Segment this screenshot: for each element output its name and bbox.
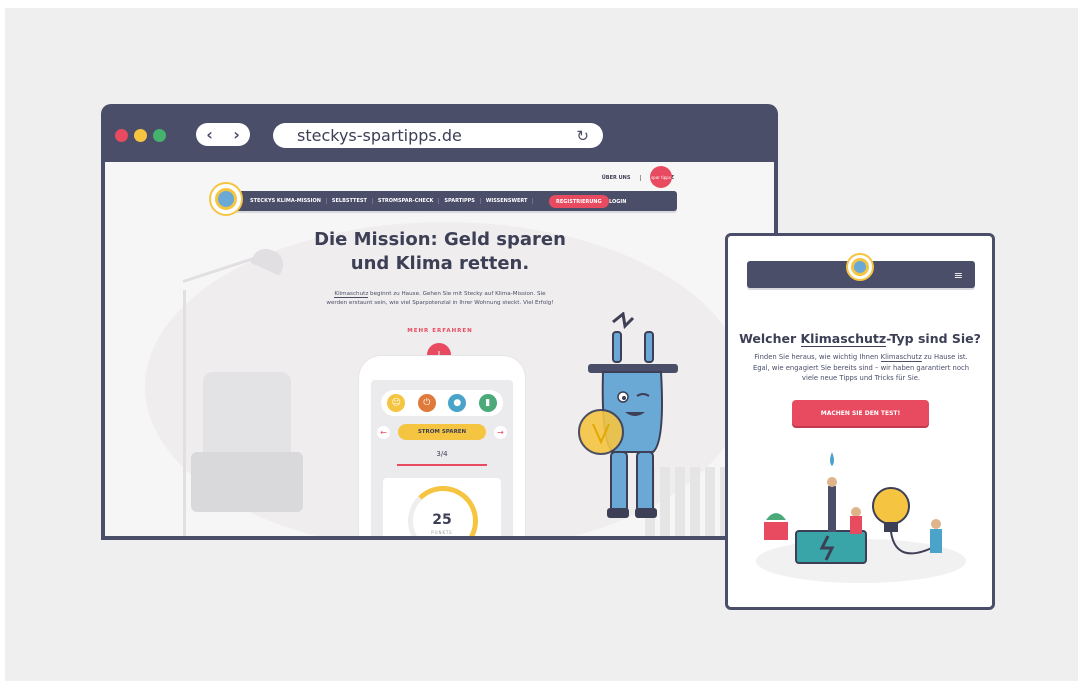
more-link[interactable]: MEHR ERFAHREN <box>395 328 485 334</box>
armchair-illustration <box>203 372 291 462</box>
mobile-stecky-logo[interactable] <box>846 253 874 281</box>
mobile-title-pre: Welcher <box>739 331 801 346</box>
thermometer-icon[interactable]: ▮ <box>478 394 497 412</box>
mobile-title: Welcher Klimaschutz-Typ sind Sie? <box>728 331 992 347</box>
mascot-face-icon <box>851 258 869 276</box>
nav-item-stromspar-check[interactable]: STROMSPAR-CHECK <box>373 198 440 204</box>
address-bar[interactable]: steckys-spartipps.de ↻ <box>273 123 603 148</box>
maximize-window-dot[interactable] <box>153 129 166 142</box>
nav-item-wissenswert[interactable]: WISSENSWERT <box>481 198 534 204</box>
category-stepper: ← STROM SPAREN → <box>377 424 507 440</box>
page-viewport: ÜBER UNS VON A-Z spar tipps STECKYS KLIM… <box>105 162 774 536</box>
nav-item-selbsttest[interactable]: SELBSTTEST <box>327 198 373 204</box>
mobile-text-pre: Finden Sie heraus, wie wichtig Ihnen <box>754 353 881 361</box>
sun-icon[interactable]: ☺ <box>387 394 406 412</box>
mobile-title-klimaschutz-link[interactable]: Klimaschutz <box>800 331 887 347</box>
about-link[interactable]: ÜBER UNS <box>602 175 631 181</box>
progress-count: 3/4 <box>436 450 448 458</box>
mobile-title-post: -Typ sind Sie? <box>886 331 981 346</box>
score-card: 25 PUNKTE <box>383 478 501 536</box>
power-icon[interactable]: ⏻ <box>417 394 436 412</box>
score-label: PUNKTE <box>431 530 453 535</box>
battery-lightbulb-illustration <box>756 452 966 583</box>
hero-title: Die Mission: Geld sparen und Klima rette… <box>305 228 575 276</box>
stecky-mascot-illustration <box>578 312 678 518</box>
nav-item-spartipps[interactable]: SPARTIPPS <box>439 198 481 204</box>
category-icons: ☺ ⏻ ● ▮ <box>381 390 503 416</box>
reload-icon[interactable]: ↻ <box>576 127 589 145</box>
mobile-text-klimaschutz-link[interactable]: Klimaschutz <box>880 353 922 362</box>
start-test-button[interactable]: MACHEN SIE DEN TEST! <box>792 400 929 426</box>
history-nav: ‹ › <box>196 123 250 146</box>
spartipps-badge[interactable]: spar tipps <box>650 166 672 188</box>
chevron-right-icon[interactable]: › <box>233 125 240 144</box>
hamburger-menu-icon[interactable]: ≡ <box>954 269 963 282</box>
hero-title-line-1: Die Mission: Geld sparen <box>314 229 566 250</box>
armchair-seat <box>191 452 303 512</box>
water-drop-icon[interactable]: ● <box>448 394 467 412</box>
mobile-description: Finden Sie heraus, wie wichtig Ihnen Kli… <box>748 352 974 384</box>
hero-description: Klimaschutz beginnt zu Hause. Gehen Sie … <box>325 290 555 307</box>
nav-item-klima-mission[interactable]: STECKYS KLIMA-MISSION <box>245 198 327 204</box>
progress-line <box>397 464 487 466</box>
main-navigation: STECKYS KLIMA-MISSION SELBSTTEST STROMSP… <box>217 191 677 211</box>
score-value: 25 <box>432 512 452 528</box>
minimize-window-dot[interactable] <box>134 129 147 142</box>
browser-chrome: ‹ › steckys-spartipps.de ↻ <box>101 104 778 162</box>
login-link[interactable]: LOGIN <box>609 195 626 208</box>
mobile-mockup: ≡ Welcher Klimaschutz-Typ sind Sie? Find… <box>725 233 995 610</box>
browser-window: ‹ › steckys-spartipps.de ↻ ÜBER UNS VON … <box>101 104 778 540</box>
hero-title-line-2: und Klima retten. <box>350 253 530 274</box>
url-text[interactable]: steckys-spartipps.de <box>297 126 576 145</box>
phone-screen: ☺ ⏻ ● ▮ ← STROM SPAREN → 3/4 25 PUNKTE <box>371 380 513 536</box>
mascot-face-icon <box>215 188 237 210</box>
arrow-right-icon[interactable]: → <box>494 425 507 439</box>
register-button[interactable]: REGISTRIERUNG <box>549 195 609 208</box>
chevron-left-icon[interactable]: ‹ <box>206 125 213 144</box>
strom-sparen-pill[interactable]: STROM SPAREN <box>398 424 486 440</box>
phone-illustration: ☺ ⏻ ● ▮ ← STROM SPAREN → 3/4 25 PUNKTE <box>359 356 525 536</box>
stecky-logo[interactable] <box>209 182 243 216</box>
floor-lamp-pole <box>183 290 186 536</box>
close-window-dot[interactable] <box>115 129 128 142</box>
klimaschutz-link[interactable]: Klimaschutz <box>334 291 369 298</box>
score-ring <box>408 486 478 536</box>
arrow-left-icon[interactable]: ← <box>377 425 390 439</box>
